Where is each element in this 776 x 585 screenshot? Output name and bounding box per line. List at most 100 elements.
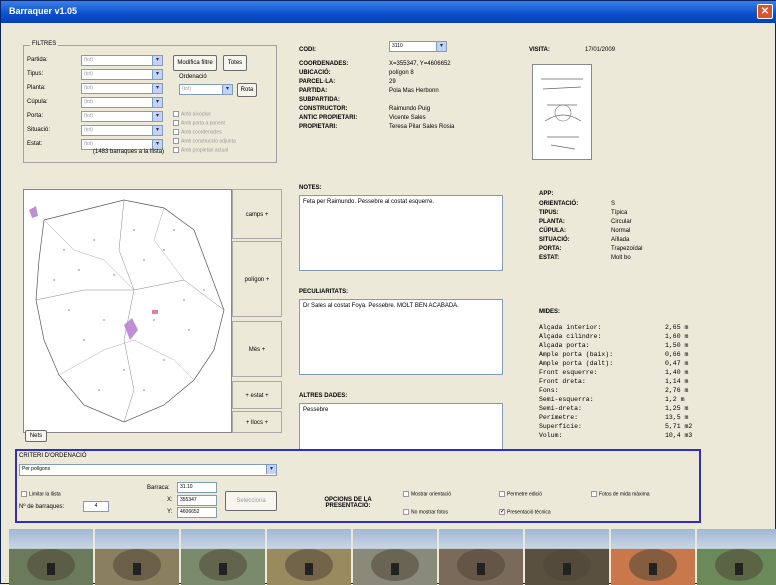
filter-checkbox-label: Amb propietari actual (181, 147, 229, 154)
chevron-down-icon: ▾ (266, 465, 276, 474)
app-row-value: Circular (611, 219, 632, 225)
checkbox-box (499, 491, 505, 497)
propietari-value: Teresa Pilar Sales Rosia (389, 124, 455, 130)
select-button[interactable]: Selecciona (225, 491, 277, 511)
filter-checkbox-label: Amb construcció adjunta (181, 138, 236, 145)
subpartida-label: SUBPARTIDA: (299, 97, 340, 103)
chevron-down-icon: ▾ (152, 84, 162, 93)
criteri-combo[interactable]: Per polígons ▾ (19, 464, 277, 476)
photo-thumbnail[interactable] (353, 529, 437, 585)
limitar-checkbox[interactable]: Limitar la llista (21, 491, 61, 497)
photo-thumbnail[interactable] (611, 529, 695, 585)
photo-thumbnail[interactable] (525, 529, 609, 585)
coords-value: X=355347, Y=4606652 (389, 61, 451, 67)
map-zone-button[interactable]: + estat + (232, 381, 282, 409)
notes-textarea[interactable]: Feta per Raimundo. Pessebre al costat es… (299, 195, 503, 271)
opt-tecnica-label: Presentació tècnica (507, 509, 551, 516)
close-button[interactable]: ✕ (757, 4, 773, 19)
filter-combo-value: (tot) (84, 71, 93, 77)
checkbox-box (591, 491, 597, 497)
mides-row-value: 0,66 m (665, 351, 689, 358)
filter-checkbox[interactable]: Amb aixopluc (173, 111, 211, 117)
photo-thumbnail[interactable] (267, 529, 351, 585)
all-button[interactable]: Totes (223, 55, 247, 71)
x-input[interactable]: 355347 (177, 495, 217, 506)
propietari-label: PROPIETARI: (299, 124, 338, 130)
y-input[interactable]: 4606652 (177, 507, 217, 518)
rota-button[interactable]: Rota (237, 83, 257, 97)
checkbox-box (173, 120, 179, 126)
photo-thumbnail[interactable] (95, 529, 179, 585)
num-barraques-input[interactable]: 4 (83, 501, 109, 512)
map-zone-button[interactable]: camps + (232, 189, 282, 239)
mides-label: MIDES: (539, 309, 560, 315)
filter-checkbox[interactable]: Amb porta a ponent (173, 120, 225, 126)
notes-label: NOTES: (299, 185, 322, 191)
map-zone-button[interactable]: polígon + (232, 241, 282, 317)
title-bar: Barraquer v1.05 ✕ (1, 1, 776, 23)
filter-checkbox[interactable]: Amb construcció adjunta (173, 138, 236, 144)
app-row-value: Molt bo (611, 255, 631, 261)
ubicacio-value: polígon 8 (389, 70, 414, 76)
ordering-options-panel (15, 449, 701, 523)
map-zone-button[interactable]: + llocs + (232, 411, 282, 433)
opt-tecnica[interactable]: ✓ Presentació tècnica (499, 509, 551, 515)
codi-label: CODI: (299, 47, 316, 53)
checkbox-box (173, 147, 179, 153)
filter-combo[interactable]: (tot) ▾ (81, 69, 163, 80)
opt-no-fotos[interactable]: No mostrar fotos (403, 509, 448, 515)
filter-checkbox[interactable]: Amb coordenades (173, 129, 222, 135)
sketch-thumbnail[interactable] (532, 64, 592, 160)
num-barraques-label: Nº de barraques: (19, 504, 65, 510)
barraca-label: Barraca: (147, 485, 170, 491)
filter-checkbox[interactable]: Amb propietari actual (173, 147, 228, 153)
app-window: Barraquer v1.05 ✕ FILTRES Partida: (tot)… (0, 0, 776, 585)
photo-thumbnail[interactable] (439, 529, 523, 585)
peculiaritats-value: Dr Sales al costat Foya. Pessebre. MOLT … (303, 303, 459, 309)
opt-edicio[interactable]: Permetre edició (499, 491, 542, 497)
chevron-down-icon: ▾ (436, 42, 446, 51)
chevron-down-icon: ▾ (152, 126, 162, 135)
constructor-label: CONSTRUCTOR: (299, 106, 348, 112)
filter-combo[interactable]: (tot) ▾ (81, 83, 163, 94)
ubicacio-label: UBICACIÓ: (299, 70, 331, 76)
photo-thumbnail[interactable] (697, 529, 776, 585)
modify-filter-button[interactable]: Modifica filtre (173, 55, 217, 71)
filter-combo[interactable]: (tot) ▾ (81, 125, 163, 136)
ordering-combo[interactable]: (tot) ▾ (179, 84, 233, 95)
checkbox-box (173, 129, 179, 135)
filter-combo[interactable]: (tot) ▾ (81, 111, 163, 122)
criteri-value: Per polígons (22, 466, 51, 472)
nets-button[interactable]: Nets (25, 430, 47, 442)
app-row-value: Aïllada (611, 237, 630, 243)
num-barraques-value: 4 (94, 503, 98, 509)
map-panel[interactable] (23, 189, 232, 433)
mides-row-value: 10,4 m3 (665, 432, 693, 439)
mides-row-value: 2,65 m (665, 324, 689, 331)
peculiaritats-textarea[interactable]: Dr Sales al costat Foya. Pessebre. MOLT … (299, 299, 503, 375)
chevron-down-icon: ▾ (152, 98, 162, 107)
chevron-down-icon: ▾ (152, 140, 162, 149)
app-row-label: TIPUS: (539, 210, 559, 216)
map-zone-button[interactable]: Més + (232, 321, 282, 377)
mides-row-value: 5,71 m2 (665, 423, 693, 430)
barraca-input[interactable]: 31.10 (177, 482, 217, 493)
opt-orientacio[interactable]: Mostrar orientació (403, 491, 451, 497)
filter-label: Tipus: (27, 71, 44, 77)
hut-drawing (199, 549, 247, 581)
mides-row-value: 13,5 m (665, 414, 689, 421)
filter-combo-value: (tot) (84, 57, 93, 63)
codi-combo[interactable]: 3110 ▾ (389, 41, 447, 52)
partida-value: Pola Mas Herbonn (389, 88, 439, 94)
photo-thumbnail[interactable] (9, 529, 93, 585)
filter-combo[interactable]: (tot) ▾ (81, 55, 163, 66)
filter-label: Estat: (27, 141, 43, 147)
filter-combo[interactable]: (tot) ▾ (81, 97, 163, 108)
hut-drawing (543, 549, 591, 581)
window-title: Barraquer v1.05 (9, 6, 78, 16)
opt-orientacio-label: Mostrar orientació (411, 491, 452, 498)
opt-fotos-max[interactable]: Fotos de mida màxima (591, 491, 650, 497)
altres-textarea[interactable]: Pessebre (299, 403, 503, 451)
hut-drawing (457, 549, 505, 581)
photo-thumbnail[interactable] (181, 529, 265, 585)
